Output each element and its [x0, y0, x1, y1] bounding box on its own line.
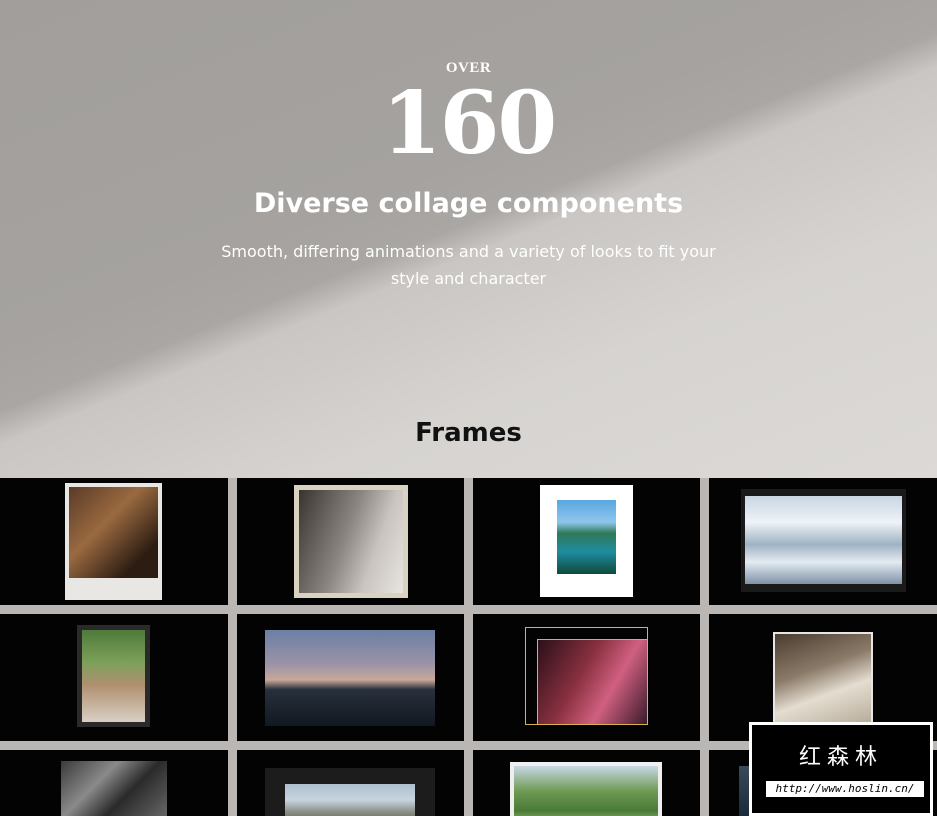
hero-section: OVER 160 Diverse collage components Smoo…	[0, 0, 937, 478]
photo-image	[61, 761, 167, 816]
photo-image	[557, 500, 616, 574]
frame-thumbnail-vintage-women[interactable]	[237, 478, 464, 605]
frame-thumbnail-city[interactable]	[237, 750, 464, 816]
photo-image	[69, 487, 158, 578]
hero-subtitle: Smooth, differing animations and a varie…	[221, 242, 716, 288]
frame-thumbnail-hat-woman[interactable]	[0, 614, 228, 741]
frame-thumbnail-camera-snow[interactable]	[709, 478, 937, 605]
section-title-frames: Frames	[415, 418, 522, 448]
frame-thumbnail-bottles[interactable]	[0, 750, 228, 816]
hero-heading: Diverse collage components	[253, 188, 684, 219]
photo-image	[299, 490, 403, 593]
photo-image	[745, 496, 902, 584]
watermark-logo: 红森林 http://www.hoslin.cn/	[749, 722, 933, 816]
frame-thumbnail-trees[interactable]	[473, 750, 700, 816]
photo-image	[537, 639, 648, 725]
photo-image	[775, 634, 871, 722]
frame-thumbnail-island[interactable]	[473, 478, 700, 605]
frame-thumbnail-cube-concert[interactable]	[473, 614, 700, 741]
photo-image	[265, 630, 435, 726]
frame-thumbnail-surfer[interactable]	[237, 614, 464, 741]
photo-image	[82, 630, 145, 722]
photo-image	[514, 766, 658, 816]
frame-thumbnail-polaroid-hands[interactable]	[0, 478, 228, 605]
photo-image	[285, 784, 415, 816]
watermark-url-text: http://www.hoslin.cn/	[766, 781, 924, 797]
watermark-brand-text: 红森林	[798, 745, 883, 770]
hero-count: 160	[381, 73, 558, 174]
